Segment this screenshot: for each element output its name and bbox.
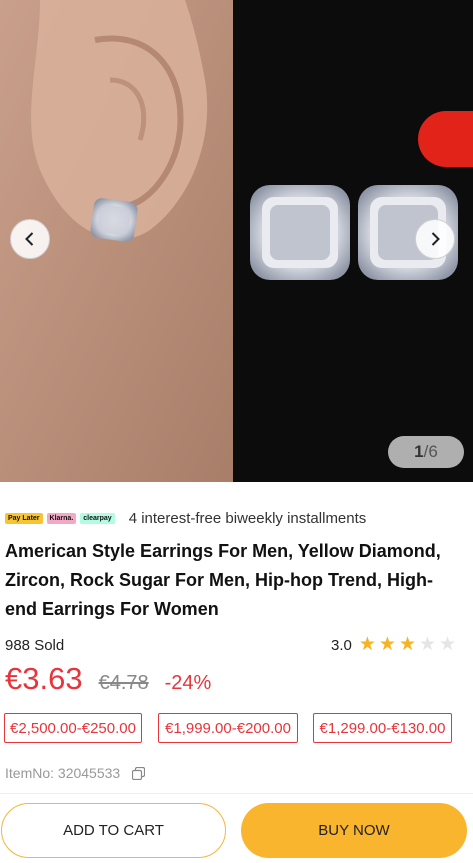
installments-text: 4 interest-free biweekly installments xyxy=(128,509,367,527)
star-icon: ★ xyxy=(358,634,376,655)
divider xyxy=(0,793,473,794)
clearpay-logo: clearpay xyxy=(80,512,115,524)
coupon-tag[interactable]: €2,500.00-€250.00 xyxy=(4,713,142,743)
image-counter-current: 1 xyxy=(414,442,424,461)
next-image-button[interactable] xyxy=(415,219,455,259)
item-number-text: ItemNo: 32045533 xyxy=(5,765,121,781)
rating-value: 3.0 xyxy=(331,636,352,654)
price-row: €3.63 €4.78 -24% xyxy=(5,661,211,697)
item-number: ItemNo: 32045533 xyxy=(5,765,146,781)
star-icon: ★ xyxy=(398,634,416,655)
star-icon: ★ xyxy=(378,634,396,655)
buy-now-button[interactable]: BUY NOW xyxy=(241,803,467,858)
current-price: €3.63 xyxy=(5,661,83,696)
original-price: €4.78 xyxy=(98,672,149,694)
previous-image-button[interactable] xyxy=(10,219,50,259)
star-icon: ★ xyxy=(419,634,437,655)
product-photo xyxy=(0,0,473,482)
promo-badge[interactable] xyxy=(418,111,473,167)
product-rating[interactable]: 3.0 ★ ★ ★ ★ ★ xyxy=(331,634,456,656)
star-icon: ★ xyxy=(439,634,457,655)
image-counter: 1/6 xyxy=(388,436,464,468)
image-counter-total: /6 xyxy=(423,442,438,461)
copy-icon[interactable] xyxy=(132,766,146,780)
paylater-logo: Pay Later xyxy=(5,512,43,524)
chevron-left-icon xyxy=(22,231,38,247)
chevron-right-icon xyxy=(427,231,443,247)
sold-count: 988 Sold xyxy=(5,637,65,654)
product-title: American Style Earrings For Men, Yellow … xyxy=(5,541,441,619)
add-to-cart-button[interactable]: ADD TO CART xyxy=(1,803,226,858)
coupon-tag[interactable]: €1,999.00-€200.00 xyxy=(158,713,298,743)
product-image-gallery[interactable]: 1/6 xyxy=(0,0,473,482)
payment-options: Pay Later Klarna. clearpay 4 interest-fr… xyxy=(5,508,366,528)
coupon-tag[interactable]: €1,299.00-€130.00 xyxy=(313,713,452,743)
klarna-logo: Klarna. xyxy=(46,512,77,524)
discount-badge: -24% xyxy=(164,672,212,694)
